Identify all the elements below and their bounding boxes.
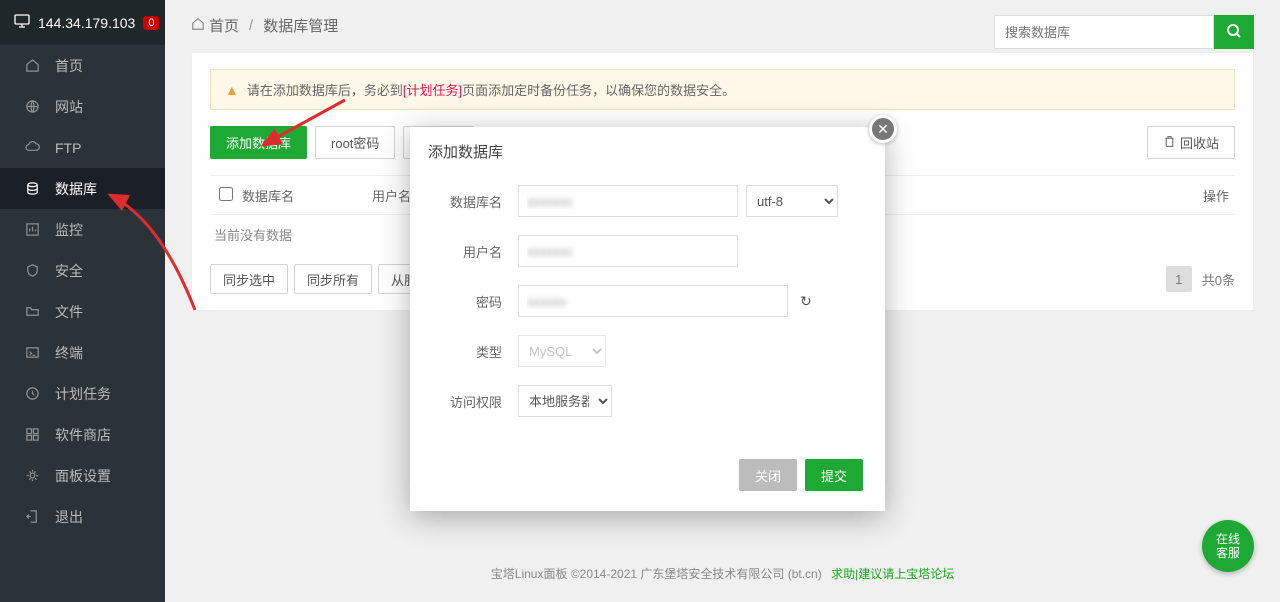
type-select: MySQL (518, 335, 606, 367)
sidebar-item-settings[interactable]: 面板设置 (0, 455, 165, 496)
pager: 1 共0条 (1166, 266, 1235, 292)
sidebar-item-site[interactable]: 网站 (0, 86, 165, 127)
select-all-checkbox[interactable] (210, 187, 242, 204)
shield-icon (25, 263, 41, 278)
sidebar-item-cron[interactable]: 计划任务 (0, 373, 165, 414)
sync-all-button[interactable]: 同步所有 (294, 264, 372, 294)
server-ip: 144.34.179.103 (38, 15, 135, 31)
sidebar-item-label: 文件 (55, 302, 83, 322)
clock-icon (25, 386, 41, 401)
sidebar-item-label: 首页 (55, 56, 83, 76)
monitor-icon (14, 14, 30, 31)
dbname-input[interactable] (518, 185, 738, 217)
sidebar-item-label: FTP (55, 140, 81, 156)
col-dbname[interactable]: 数据库名 (242, 186, 372, 205)
home-icon (25, 58, 41, 73)
access-select[interactable]: 本地服务器 (518, 385, 612, 417)
alert-link[interactable]: [计划任务] (403, 83, 462, 98)
globe-icon (25, 99, 41, 114)
col-operation: 操作 (1203, 186, 1235, 205)
refresh-icon[interactable]: ↻ (800, 293, 812, 310)
home-icon (191, 17, 205, 35)
sidebar-menu: 首页 网站 FTP 数据库 监控 安全 文件 终端 计划任务 软件商店 面板设置… (0, 45, 165, 537)
footer-text: 宝塔Linux面板 ©2014-2021 广东堡塔安全技术有限公司 (bt.cn… (491, 567, 822, 581)
sidebar-item-label: 监控 (55, 220, 83, 240)
trash-icon (1163, 135, 1176, 151)
add-database-modal: ✕ 添加数据库 数据库名 utf-8 用户名 密码 ↻ 类型 MySQL 访问权… (410, 127, 885, 511)
sidebar-item-monitor[interactable]: 监控 (0, 209, 165, 250)
submit-button[interactable]: 提交 (805, 459, 863, 491)
cloud-icon (25, 140, 41, 155)
label-password: 密码 (438, 292, 518, 311)
sidebar-item-home[interactable]: 首页 (0, 45, 165, 86)
breadcrumb-home[interactable]: 首页 (209, 15, 239, 36)
online-support-button[interactable]: 在线客服 (1202, 520, 1254, 572)
add-database-button[interactable]: 添加数据库 (210, 126, 307, 159)
alert-banner: ▲ 请在添加数据库后，务必到[计划任务]页面添加定时备份任务，以确保您的数据安全… (210, 69, 1235, 110)
search-icon (1226, 23, 1242, 42)
sidebar-item-label: 退出 (55, 507, 83, 527)
folder-icon (25, 304, 41, 319)
sidebar-item-store[interactable]: 软件商店 (0, 414, 165, 455)
sidebar-header: 144.34.179.103 0 (0, 0, 165, 45)
warning-icon: ▲ (225, 82, 239, 98)
notification-badge[interactable]: 0 (143, 16, 159, 30)
sidebar-item-terminal[interactable]: 终端 (0, 332, 165, 373)
search-input[interactable] (994, 15, 1214, 49)
page-number[interactable]: 1 (1166, 266, 1192, 292)
label-dbname: 数据库名 (438, 192, 518, 211)
gear-icon (25, 468, 41, 483)
recycle-button[interactable]: 回收站 (1147, 126, 1235, 159)
logout-icon (25, 509, 41, 524)
close-icon[interactable]: ✕ (869, 115, 897, 143)
sidebar-item-logout[interactable]: 退出 (0, 496, 165, 537)
password-input[interactable] (518, 285, 788, 317)
sidebar-item-ftp[interactable]: FTP (0, 127, 165, 168)
sidebar-item-file[interactable]: 文件 (0, 291, 165, 332)
modal-title: 添加数据库 (410, 127, 885, 175)
sidebar-item-database[interactable]: 数据库 (0, 168, 165, 209)
sidebar: 144.34.179.103 0 首页 网站 FTP 数据库 监控 安全 文件 … (0, 0, 165, 602)
sidebar-item-security[interactable]: 安全 (0, 250, 165, 291)
sidebar-item-label: 面板设置 (55, 466, 111, 486)
label-user: 用户名 (438, 242, 518, 261)
breadcrumb-current: 数据库管理 (263, 15, 338, 36)
chart-icon (25, 222, 41, 237)
footer: 宝塔Linux面板 ©2014-2021 广东堡塔安全技术有限公司 (bt.cn… (165, 565, 1280, 582)
search-wrap (994, 15, 1254, 49)
database-icon (25, 181, 41, 196)
sidebar-item-label: 计划任务 (55, 384, 111, 404)
user-input[interactable] (518, 235, 738, 267)
cancel-button[interactable]: 关闭 (739, 459, 797, 491)
label-type: 类型 (438, 342, 518, 361)
terminal-icon (25, 345, 41, 360)
sidebar-item-label: 软件商店 (55, 425, 111, 445)
sidebar-item-label: 数据库 (55, 179, 97, 199)
footer-link[interactable]: 求助|建议请上宝塔论坛 (831, 567, 954, 581)
alert-text: 请在添加数据库后，务必到[计划任务]页面添加定时备份任务，以确保您的数据安全。 (247, 80, 735, 99)
sidebar-item-label: 安全 (55, 261, 83, 281)
sync-selected-button[interactable]: 同步选中 (210, 264, 288, 294)
search-button[interactable] (1214, 15, 1254, 49)
apps-icon (25, 427, 41, 442)
sidebar-item-label: 网站 (55, 97, 83, 117)
label-access: 访问权限 (438, 392, 518, 411)
total-count: 共0条 (1202, 270, 1235, 289)
breadcrumb-sep: / (249, 17, 253, 34)
charset-select[interactable]: utf-8 (746, 185, 838, 217)
sidebar-item-label: 终端 (55, 343, 83, 363)
root-password-button[interactable]: root密码 (315, 126, 395, 159)
